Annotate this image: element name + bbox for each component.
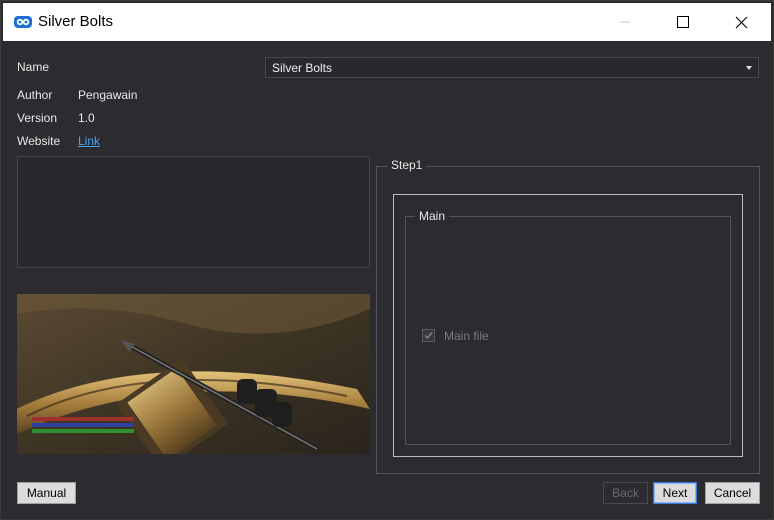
version-label: Version	[17, 111, 58, 125]
description-box	[17, 156, 370, 268]
website-link[interactable]: Link	[78, 134, 100, 148]
name-select[interactable]: Silver Bolts	[265, 57, 759, 78]
main-group-title: Main	[415, 209, 450, 223]
main-file-label: Main file	[444, 329, 489, 343]
mod-organizer-icon	[13, 14, 33, 30]
chevron-down-icon	[746, 66, 752, 70]
checkmark-icon	[424, 332, 433, 340]
title-bar: Silver Bolts	[3, 3, 771, 41]
installer-content: Name Silver Bolts Author Pengawain Versi…	[3, 41, 771, 517]
name-select-value: Silver Bolts	[272, 61, 333, 75]
next-button[interactable]: Next	[653, 482, 697, 504]
preview-image[interactable]	[17, 294, 370, 454]
main-file-checkbox[interactable]	[422, 329, 435, 342]
maximize-icon	[677, 16, 689, 28]
step-title: Step1	[387, 158, 427, 172]
author-label: Author	[17, 88, 53, 102]
manual-button[interactable]: Manual	[17, 482, 76, 504]
name-label: Name	[17, 60, 50, 74]
window-title: Silver Bolts	[38, 13, 114, 30]
maximize-button[interactable]	[655, 3, 711, 41]
close-button[interactable]	[713, 3, 769, 41]
cancel-button[interactable]: Cancel	[705, 482, 760, 504]
close-icon	[735, 16, 747, 28]
version-value: 1.0	[78, 111, 95, 125]
back-button[interactable]: Back	[603, 482, 648, 504]
minimize-icon	[620, 21, 630, 23]
crossbow-screenshot	[17, 294, 370, 454]
installer-window: Silver Bolts Name Silver Bolts Author Pe…	[0, 0, 774, 520]
minimize-button[interactable]	[597, 3, 653, 41]
website-label: Website	[17, 134, 61, 148]
author-value: Pengawain	[78, 88, 138, 102]
